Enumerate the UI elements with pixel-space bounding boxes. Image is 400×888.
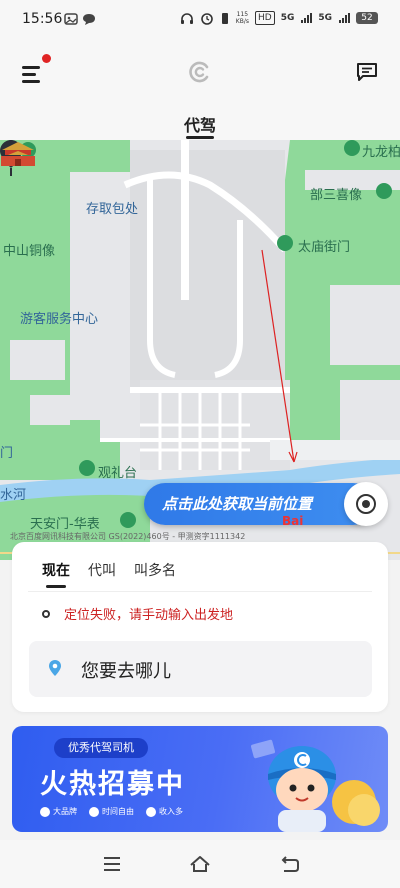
get-location-banner[interactable]: 点击此处获取当前位置: [144, 483, 374, 525]
map-label: 游客服务中心: [20, 312, 99, 327]
driver-recruit-banner[interactable]: 优秀代驾司机 火热招募中 大品牌 时间自由 收入多: [12, 726, 388, 832]
map-copyright: 北京百度网讯科技有限公司 GS(2022)460号 - 甲测资字1111342: [10, 532, 246, 541]
divider: [28, 591, 372, 592]
signal-5g-2: 5G: [318, 13, 332, 23]
money-icon: [146, 806, 156, 817]
order-card: 现在 代叫 叫多名 定位失败，请手动输入出发地 您要去哪儿: [12, 542, 388, 712]
system-nav-bar: [0, 840, 400, 888]
home-nav-icon[interactable]: [188, 852, 212, 876]
gallery-icon: [64, 13, 78, 25]
promo-title: 火热招募中: [40, 769, 185, 800]
driver-mascot-icon: [251, 739, 380, 832]
signal-bars-icon: [301, 13, 313, 23]
menu-nav-icon[interactable]: [100, 852, 124, 876]
map-label: 观礼台: [98, 466, 138, 481]
headphone-icon: [180, 12, 193, 24]
menu-button[interactable]: [20, 62, 46, 86]
signal-bars-2-icon: [339, 13, 350, 23]
promo-tag: 大品牌: [40, 806, 77, 817]
clock-icon: [89, 806, 99, 817]
tab-call-for-others[interactable]: 代叫: [88, 560, 116, 580]
map-label: 水河: [0, 488, 27, 503]
tab-now[interactable]: 现在: [42, 560, 70, 588]
status-bar: 15:56 115 KB/s HD 5G 5G 52: [0, 0, 400, 40]
tab-underline: [186, 136, 214, 139]
promo-tag: 时间自由: [89, 806, 134, 817]
destination-input[interactable]: 您要去哪儿: [29, 641, 372, 697]
tab-call-multiple[interactable]: 叫多名: [134, 560, 176, 580]
back-nav-icon[interactable]: [278, 852, 302, 876]
map-label: 部三喜像: [310, 188, 363, 203]
map-label: 太庙街门: [298, 240, 351, 255]
battery-icon: 52: [356, 12, 378, 24]
app-logo-icon: [189, 61, 209, 83]
map-label: 存取包处: [86, 202, 139, 217]
map-label: 九龙柏: [362, 145, 400, 160]
hd-icon: HD: [254, 11, 275, 25]
baidu-map-logo: Bai: [282, 514, 304, 528]
map-label: 中山铜像: [3, 244, 56, 259]
app-header: 代驾: [0, 40, 400, 140]
message-icon[interactable]: [356, 62, 378, 82]
status-system-icons: 115 KB/s HD 5G 5G 52: [180, 11, 378, 25]
locate-button[interactable]: [344, 482, 388, 526]
signal-5g-1: 5G: [280, 13, 295, 23]
notification-dot: [42, 54, 51, 63]
pickup-row[interactable]: 定位失败，请手动输入出发地: [42, 604, 233, 623]
net-speed: 115 KB/s: [235, 11, 249, 25]
map-label: 天安门-华表: [30, 517, 100, 532]
vibrate-icon: [221, 12, 228, 24]
promo-tags: 大品牌 时间自由 收入多: [40, 806, 183, 817]
status-notification-icons: [64, 12, 96, 26]
destination-placeholder: 您要去哪儿: [81, 661, 171, 682]
map-view[interactable]: 九龙柏 存取包处 部三喜像 太庙街门 中山铜像 游客服务中心 观礼台 天安门-华…: [0, 140, 400, 560]
tab-designated-driving[interactable]: 代驾: [0, 112, 400, 136]
tiananmen-landmark-icon: [1, 142, 35, 166]
status-time: 15:56: [22, 11, 63, 27]
order-type-tabs: 现在 代叫 叫多名: [42, 560, 176, 588]
location-error-text: 定位失败，请手动输入出发地: [64, 608, 234, 623]
chat-bubble-icon: [83, 14, 95, 25]
shield-icon: [40, 806, 50, 817]
destination-pin-icon: [49, 660, 61, 676]
alarm-icon: [200, 12, 213, 25]
promo-tag: 收入多: [146, 806, 183, 817]
pickup-dot-icon: [42, 609, 50, 618]
promo-badge: 优秀代驾司机: [54, 738, 148, 758]
map-label: 门: [0, 446, 14, 461]
